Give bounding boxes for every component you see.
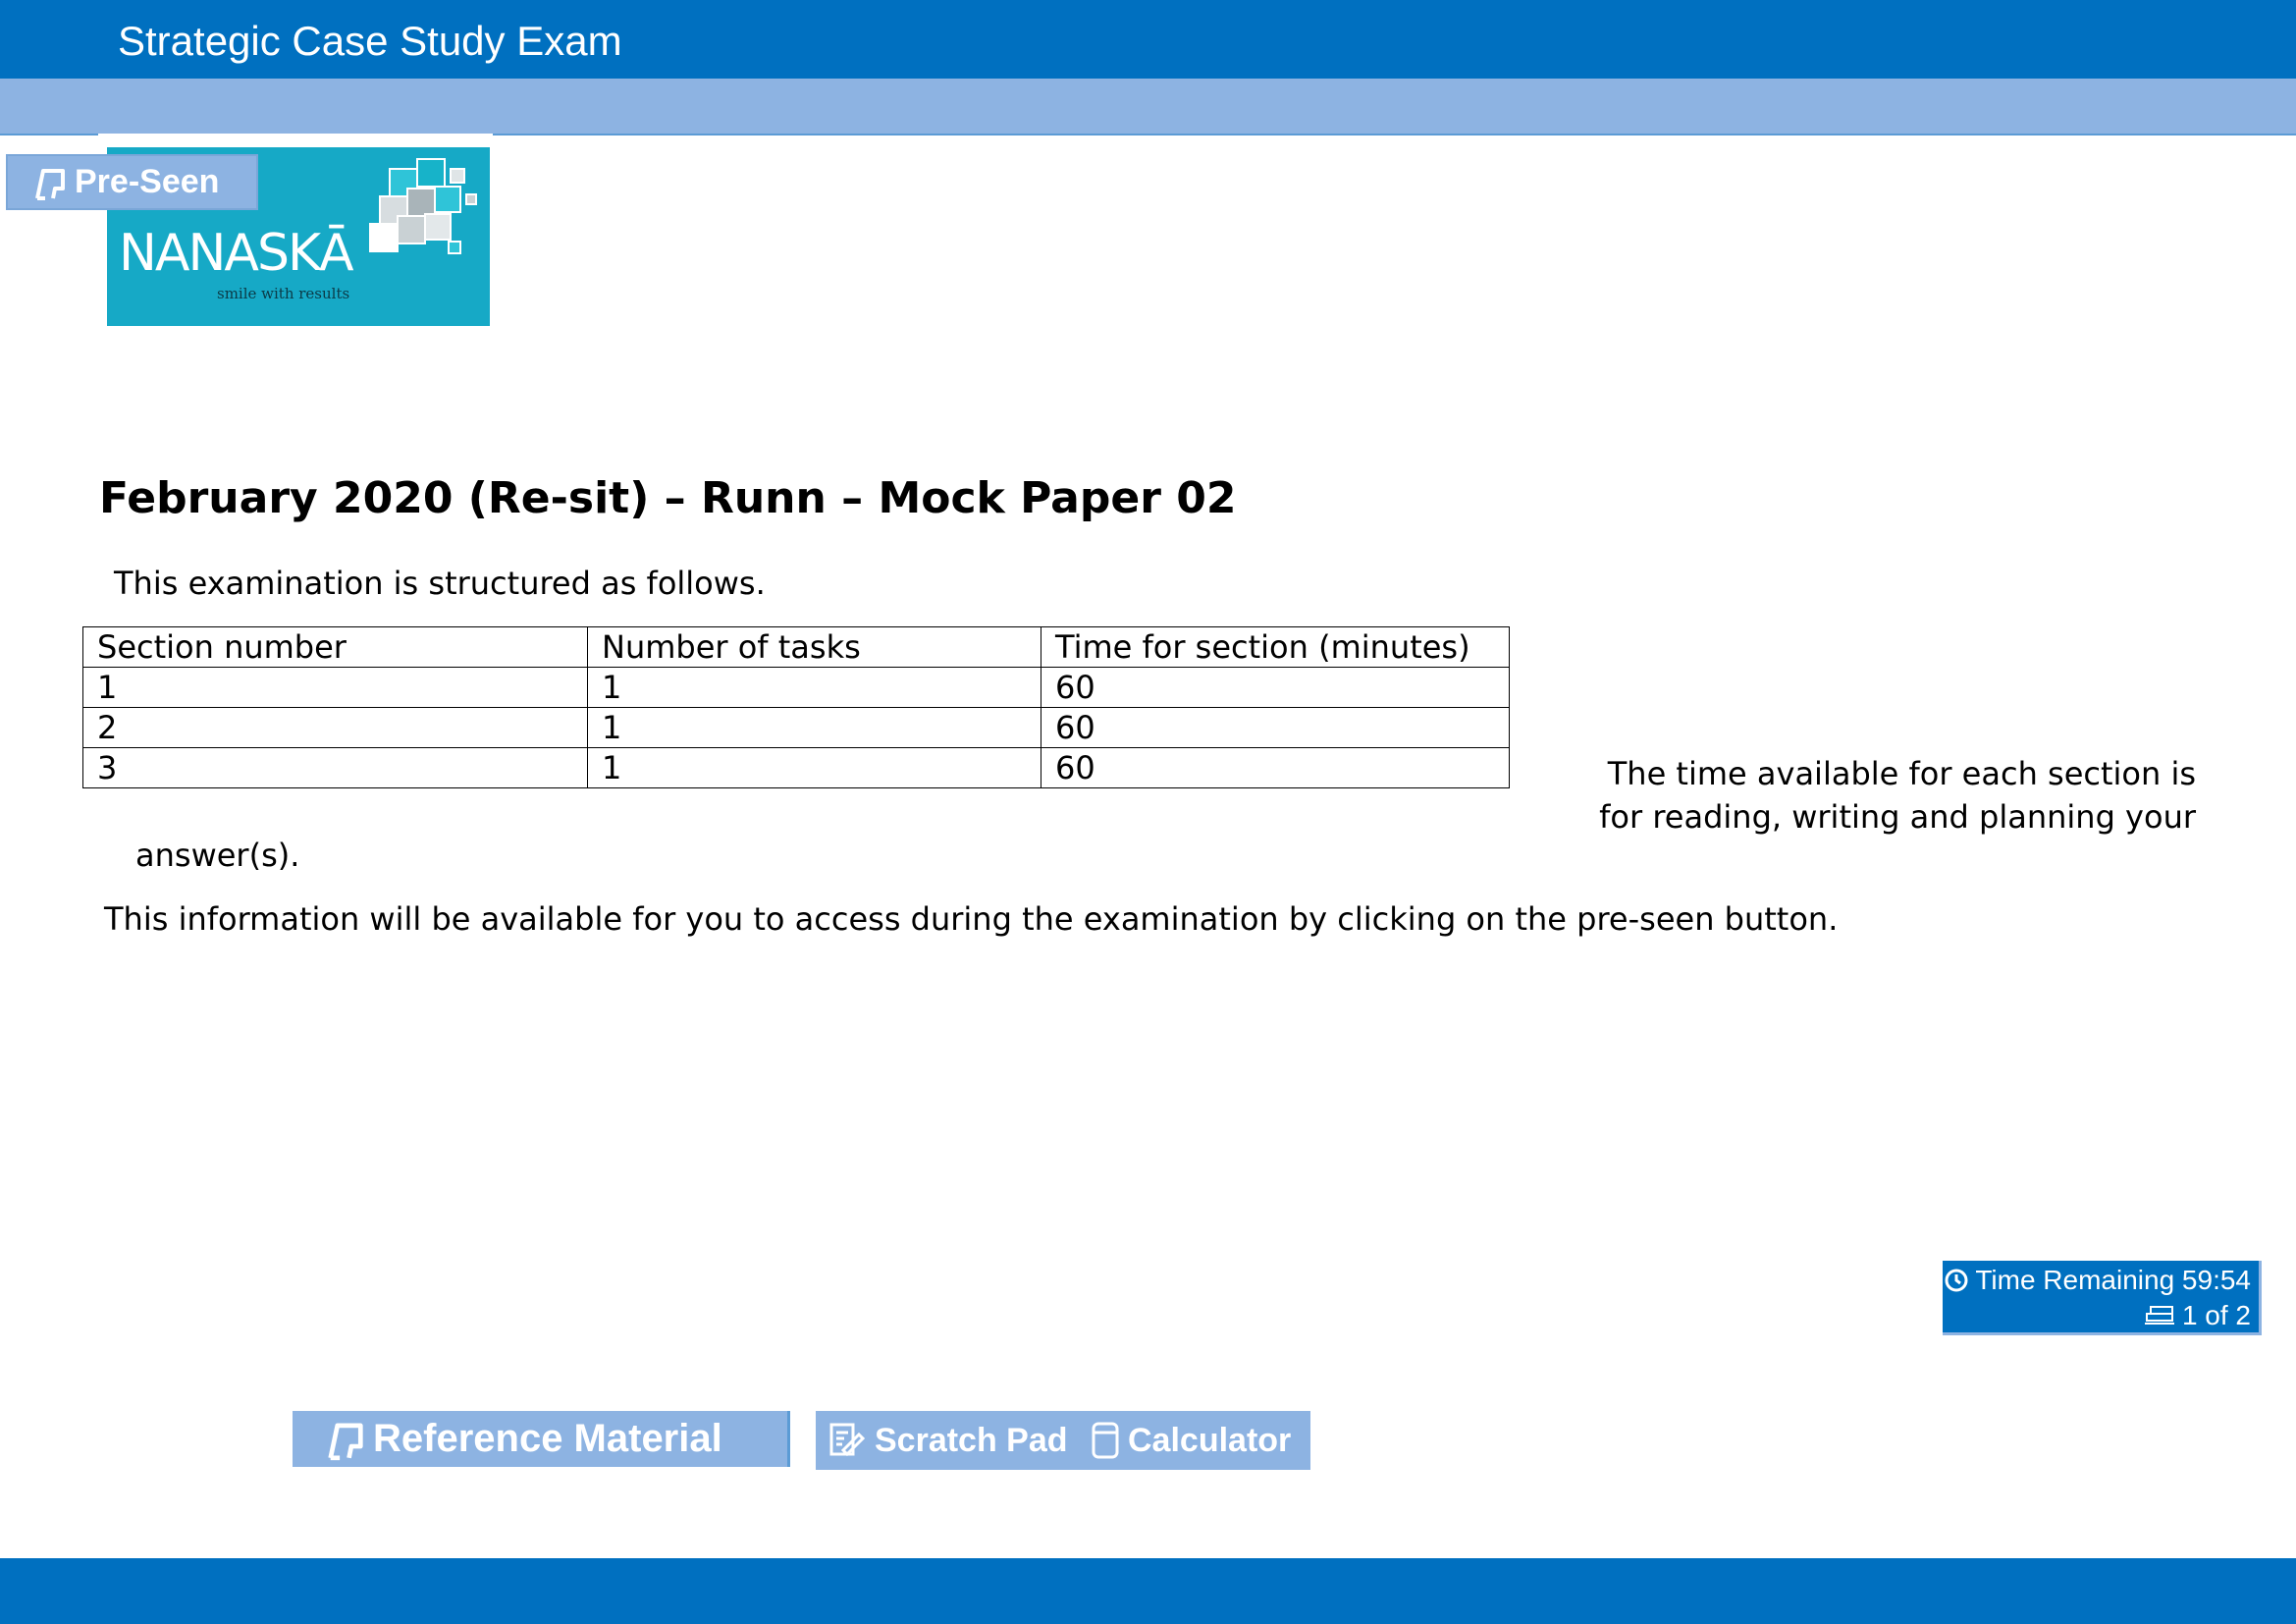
book-stand-icon [328,1423,363,1460]
table-row: 3 1 60 [82,747,1510,788]
timing-note-line: answer(s). [135,837,300,874]
table-cell: 60 [1041,747,1510,788]
column-header: Section number [82,626,588,668]
calculator-button[interactable]: Calculator [1091,1411,1292,1470]
calculator-label: Calculator [1128,1421,1292,1459]
table-cell: 3 [82,747,588,788]
timing-note: The time available for each section is f… [1551,752,2196,839]
calculator-icon [1092,1422,1119,1459]
intro-text: This examination is structured as follow… [114,565,766,602]
pre-seen-button[interactable]: Pre-Seen [6,154,258,210]
table-cell: 1 [587,747,1041,788]
exam-title: Strategic Case Study Exam [118,18,622,64]
table-header-row: Section number Number of tasks Time for … [82,626,1510,668]
pages-icon [2144,1306,2174,1325]
reference-material-label: Reference Material [373,1417,722,1460]
table-cell: 60 [1041,667,1510,708]
access-note: This information will be available for y… [104,900,1839,938]
timing-note-line: The time available for each section is [1607,755,2196,792]
notepad-pencil-icon [829,1423,866,1457]
table-row: 2 1 60 [82,707,1510,748]
title-bar: Strategic Case Study Exam [0,0,2296,79]
reference-material-button[interactable]: Reference Material [293,1411,790,1467]
page-indicator: 1 of 2 [2181,1300,2251,1330]
book-stand-icon [35,168,65,200]
sections-table: Section number Number of tasks Time for … [82,626,1510,788]
logo-tagline: smile with results [217,285,350,302]
logo-brand: NANASKĀ [119,224,354,283]
table-row: 1 1 60 [82,667,1510,708]
column-header: Number of tasks [587,626,1041,668]
table-cell: 1 [587,667,1041,708]
table-cell: 60 [1041,707,1510,748]
clock-icon [1945,1269,1968,1292]
pre-seen-label: Pre-Seen [75,163,220,200]
page-title: February 2020 (Re-sit) – Runn – Mock Pap… [99,473,1237,523]
table-cell: 1 [587,707,1041,748]
timing-note-line: for reading, writing and planning your [1599,798,2196,836]
toolbar-strip [0,79,2296,135]
scratch-pad-button[interactable]: Scratch Pad [820,1411,1068,1470]
scratch-pad-label: Scratch Pad [875,1421,1068,1459]
table-cell: 1 [82,667,588,708]
time-remaining-label: Time Remaining 59:54 [1975,1265,2251,1295]
cubes-icon [369,158,477,254]
table-cell: 2 [82,707,588,748]
time-remaining-panel: Time Remaining 59:54 1 of 2 [1943,1261,2262,1335]
column-header: Time for section (minutes) [1041,626,1510,668]
footer-bar [0,1558,2296,1624]
tools-group: Scratch Pad Calculator [816,1411,1310,1470]
